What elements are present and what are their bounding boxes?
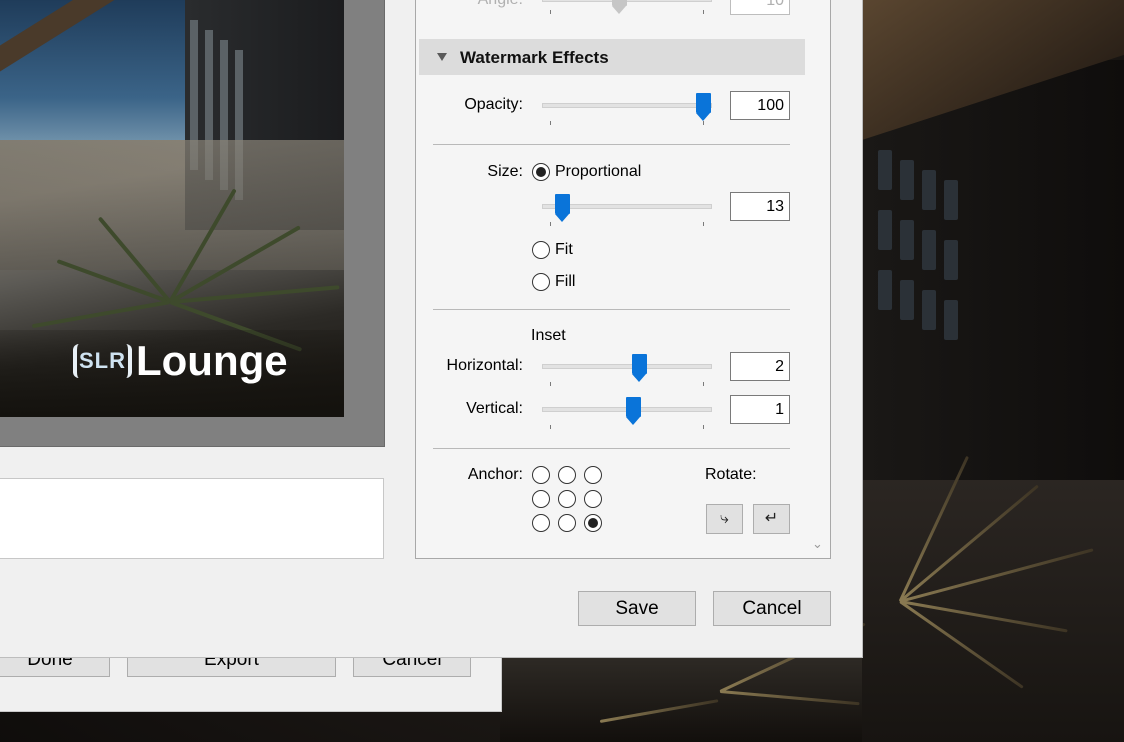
anchor-bottom-right-radio[interactable] xyxy=(584,514,602,532)
angle-slider-track[interactable] xyxy=(542,0,712,2)
size-slider-thumb[interactable] xyxy=(555,194,570,222)
anchor-bottom-left-radio[interactable] xyxy=(532,514,550,532)
section-title: Watermark Effects xyxy=(460,48,609,67)
anchor-center-radio[interactable] xyxy=(558,490,576,508)
angle-label: Angle: xyxy=(456,0,523,9)
size-fill-label[interactable]: Fill xyxy=(555,273,575,291)
vertical-label: Vertical: xyxy=(466,400,523,417)
divider xyxy=(433,448,790,449)
watermark-editor-dialog: SLR Lounge Angle: 10 Watermark Effects O… xyxy=(0,0,863,658)
anchor-bottom-center-radio[interactable] xyxy=(558,514,576,532)
rotate-label: Rotate: xyxy=(705,466,757,483)
preview-image: SLR Lounge xyxy=(0,0,344,417)
anchor-middle-right-radio[interactable] xyxy=(584,490,602,508)
angle-value-field[interactable]: 10 xyxy=(730,0,790,15)
size-label: Size: xyxy=(487,163,523,180)
anchor-middle-left-radio[interactable] xyxy=(532,490,550,508)
anchor-top-center-radio[interactable] xyxy=(558,466,576,484)
rotate-counterclockwise-button[interactable]: ↵ xyxy=(753,504,790,534)
anchor-top-right-radio[interactable] xyxy=(584,466,602,484)
size-fit-radio[interactable] xyxy=(532,241,550,259)
watermark-lounge-text: Lounge xyxy=(136,337,288,384)
opacity-label: Opacity: xyxy=(464,96,523,113)
size-proportional-radio[interactable] xyxy=(532,163,550,181)
vertical-value-field[interactable]: 1 xyxy=(730,395,790,424)
divider xyxy=(433,144,790,145)
horizontal-slider-track[interactable] xyxy=(542,364,712,369)
cancel-button[interactable]: Cancel xyxy=(713,591,831,626)
size-fill-radio[interactable] xyxy=(532,273,550,291)
opacity-slider-track[interactable] xyxy=(542,103,712,108)
anchor-top-left-radio[interactable] xyxy=(532,466,550,484)
rotate-counterclockwise-icon: ↵ xyxy=(764,510,779,527)
size-value-field[interactable]: 13 xyxy=(730,192,790,221)
opacity-value-field[interactable]: 100 xyxy=(730,91,790,120)
horizontal-value-field[interactable]: 2 xyxy=(730,352,790,381)
save-button[interactable]: Save xyxy=(578,591,696,626)
scroll-down-chevron-icon[interactable]: ⌄ xyxy=(812,536,823,552)
divider xyxy=(433,309,790,310)
vertical-slider-thumb[interactable] xyxy=(626,397,641,425)
watermark-logo: SLR Lounge xyxy=(73,336,288,386)
rotate-clockwise-icon: ⤷ xyxy=(720,510,729,527)
angle-slider-thumb[interactable] xyxy=(612,0,627,14)
size-proportional-label[interactable]: Proportional xyxy=(555,163,641,181)
watermark-slr-text: SLR xyxy=(73,344,132,378)
anchor-label: Anchor: xyxy=(467,466,523,483)
settings-panel: Angle: 10 Watermark Effects Opacity: 100… xyxy=(415,0,831,559)
preview-frame: SLR Lounge xyxy=(0,0,385,447)
inset-heading: Inset xyxy=(531,327,566,344)
opacity-slider-thumb[interactable] xyxy=(696,93,711,121)
watermark-text-field[interactable] xyxy=(0,478,384,559)
size-fit-label[interactable]: Fit xyxy=(555,241,573,259)
horizontal-slider-thumb[interactable] xyxy=(632,354,647,382)
horizontal-label: Horizontal: xyxy=(446,357,523,374)
collapse-triangle-icon[interactable] xyxy=(437,53,447,61)
watermark-effects-header[interactable]: Watermark Effects xyxy=(419,39,805,75)
rotate-clockwise-button[interactable]: ⤷ xyxy=(706,504,743,534)
